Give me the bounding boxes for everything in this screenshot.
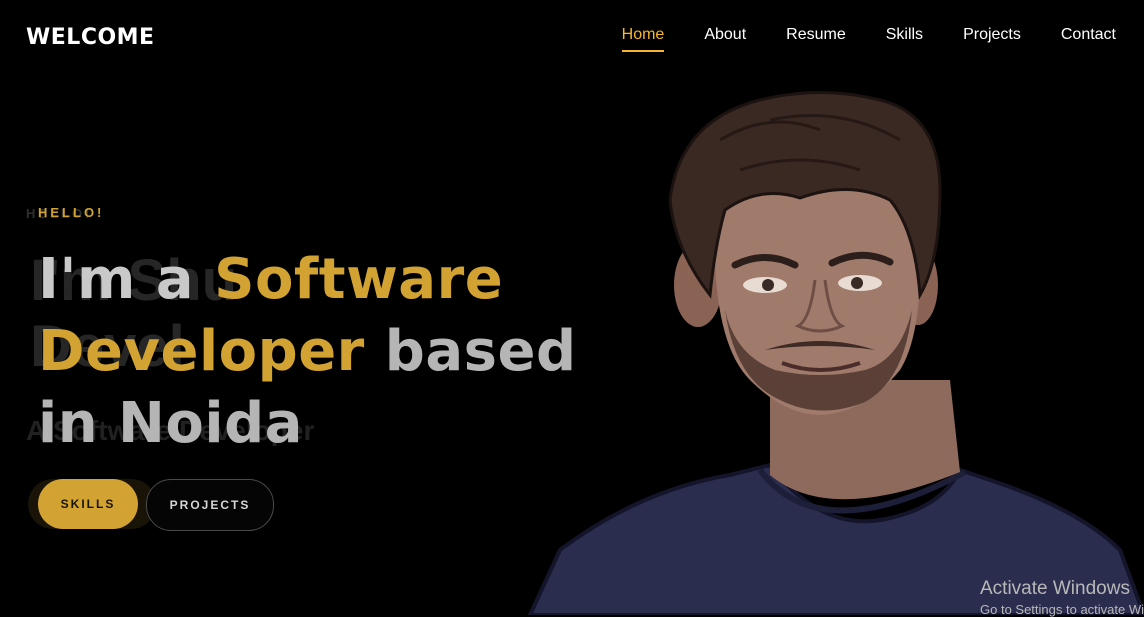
windows-activation-watermark: Activate Windows Go to Settings to activ… bbox=[980, 578, 1144, 617]
headline-prefix: I'm a bbox=[38, 247, 215, 312]
hero-greeting: HELLO! bbox=[38, 205, 105, 220]
nav-skills[interactable]: Skills bbox=[886, 26, 923, 52]
nav-projects[interactable]: Projects bbox=[963, 26, 1021, 52]
hero-headline: I'm a Software Developer based in Noida bbox=[38, 244, 598, 460]
portrait-illustration bbox=[527, 91, 1144, 615]
main-nav: Home About Resume Skills Projects Contac… bbox=[621, 26, 1116, 52]
projects-button[interactable]: PROJECTS bbox=[146, 479, 274, 531]
site-logo[interactable]: WELCOME bbox=[26, 25, 155, 50]
watermark-title: Activate Windows bbox=[980, 578, 1130, 599]
nav-about[interactable]: About bbox=[704, 26, 746, 52]
nav-contact[interactable]: Contact bbox=[1061, 26, 1116, 52]
nav-home[interactable]: Home bbox=[621, 26, 665, 52]
skills-button[interactable]: SKILLS bbox=[38, 479, 138, 529]
nav-resume[interactable]: Resume bbox=[786, 26, 846, 52]
